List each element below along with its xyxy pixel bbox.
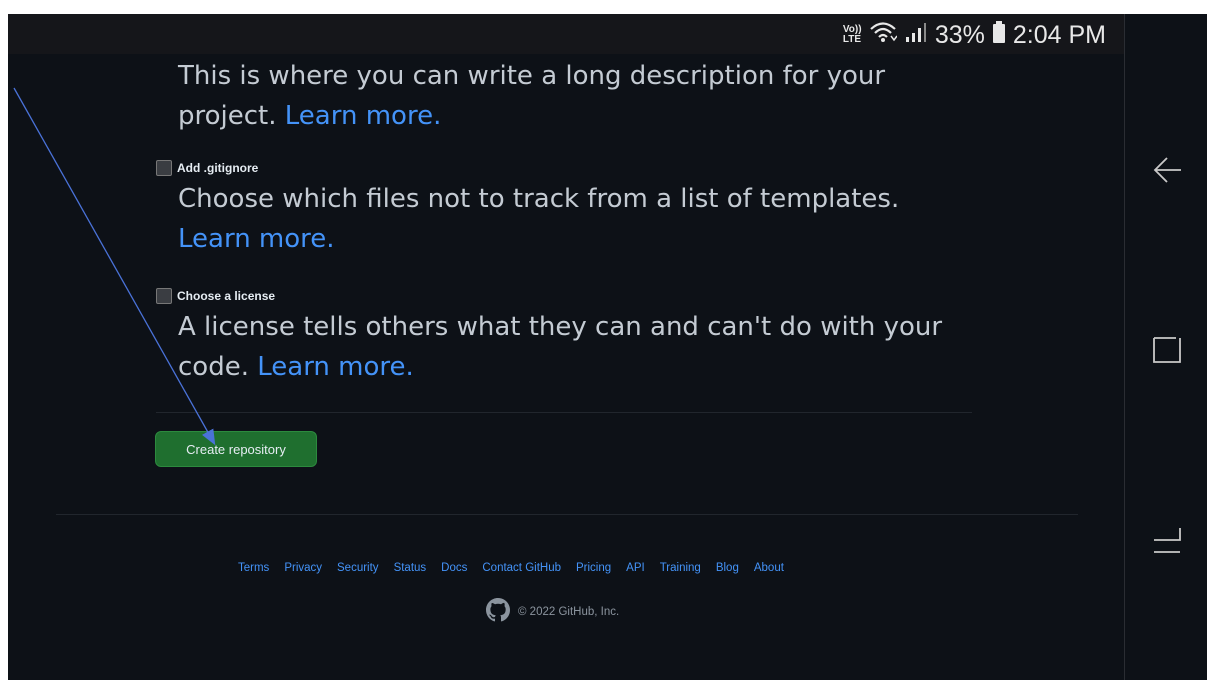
wifi-icon: [869, 20, 898, 51]
overview-icon[interactable]: [1151, 524, 1183, 560]
battery-icon: [992, 20, 1005, 50]
gitignore-learn-more-link[interactable]: Learn more.: [178, 224, 335, 254]
footer-link-privacy[interactable]: Privacy: [284, 562, 322, 574]
footer-link-training[interactable]: Training: [660, 562, 701, 574]
github-logo-icon[interactable]: [486, 598, 510, 625]
phone-screen: Vo)) LTE 33% 2:04 PM This is where you c…: [8, 14, 1207, 680]
clock: 2:04 PM: [1012, 20, 1106, 49]
gitignore-label[interactable]: Add .gitignore: [177, 161, 258, 175]
footer-link-pricing[interactable]: Pricing: [576, 562, 611, 574]
volte-indicator: Vo)) LTE: [842, 24, 862, 45]
signal-icon: [905, 21, 927, 50]
readme-description: This is where you can write a long descr…: [178, 61, 886, 131]
license-checkbox[interactable]: [156, 288, 172, 304]
license-label[interactable]: Choose a license: [177, 289, 275, 303]
divider: [156, 412, 972, 413]
back-icon[interactable]: [1151, 154, 1183, 190]
page-content: This is where you can write a long descr…: [8, 54, 1124, 680]
license-learn-more-link[interactable]: Learn more.: [257, 352, 414, 382]
license-option: Choose a license: [156, 288, 275, 304]
recents-icon[interactable]: [1151, 334, 1183, 370]
footer-link-terms[interactable]: Terms: [238, 562, 269, 574]
footer-link-api[interactable]: API: [626, 562, 645, 574]
copyright-text: © 2022 GitHub, Inc.: [518, 605, 620, 618]
footer-link-security[interactable]: Security: [337, 562, 379, 574]
gitignore-checkbox[interactable]: [156, 160, 172, 176]
create-repository-button[interactable]: Create repository: [155, 431, 317, 467]
status-bar: Vo)) LTE 33% 2:04 PM: [8, 14, 1124, 54]
gitignore-description: Choose which files not to track from a l…: [178, 184, 900, 254]
gitignore-option: Add .gitignore: [156, 160, 258, 176]
footer-links: Terms Privacy Security Status Docs Contact Gi…: [238, 562, 784, 574]
license-description: A license tells others what they can and…: [178, 312, 943, 382]
footer-link-about[interactable]: About: [754, 562, 784, 574]
footer-link-docs[interactable]: Docs: [441, 562, 467, 574]
android-nav-bar: [1124, 14, 1207, 680]
footer-link-blog[interactable]: Blog: [716, 562, 739, 574]
readme-learn-more-link[interactable]: Learn more.: [285, 101, 442, 131]
footer-link-contact-github[interactable]: Contact GitHub: [482, 562, 561, 574]
footer-link-status[interactable]: Status: [394, 562, 427, 574]
status-indicators: Vo)) LTE 33% 2:04 PM: [843, 20, 1106, 50]
battery-percent: 33%: [934, 20, 985, 49]
footer-divider: [56, 514, 1078, 515]
footer-copyright: © 2022 GitHub, Inc.: [486, 598, 619, 625]
